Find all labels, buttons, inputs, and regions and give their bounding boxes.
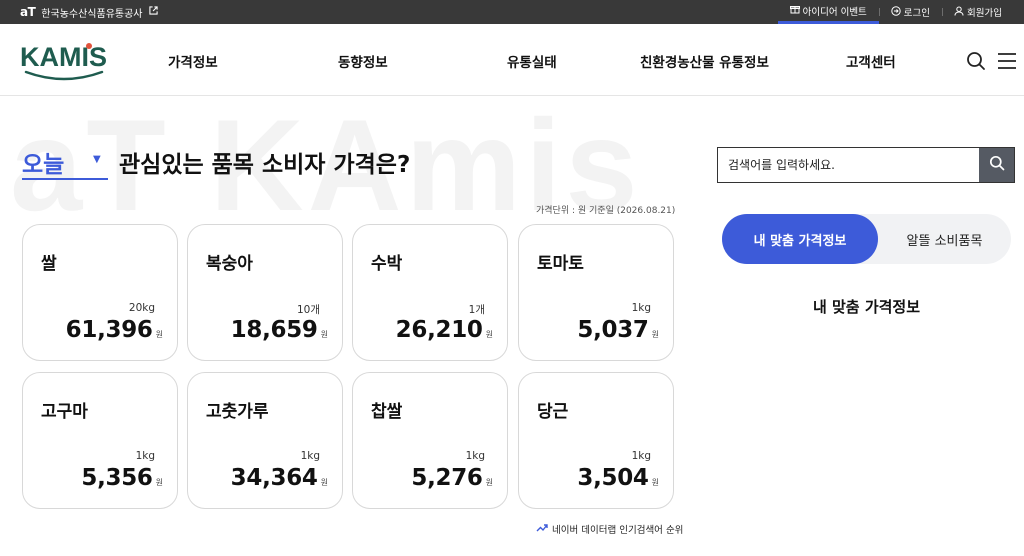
product-name: 쌀 bbox=[41, 254, 57, 274]
product-price: 26,210 bbox=[395, 317, 483, 343]
signup-link[interactable]: 회원가입 bbox=[942, 0, 1014, 24]
search-box bbox=[717, 147, 1015, 183]
product-qty: 1kg bbox=[465, 450, 485, 462]
product-qty: 1kg bbox=[135, 450, 155, 462]
trend-up-icon bbox=[536, 523, 548, 535]
product-card[interactable]: 찹쌀 1kg 5,276 원 bbox=[352, 372, 508, 509]
nav-trend-info[interactable]: 동향정보 bbox=[338, 51, 388, 71]
price-unit: 원 bbox=[320, 330, 328, 339]
price-unit: 원 bbox=[485, 478, 493, 487]
product-card[interactable]: 토마토 1kg 5,037 원 bbox=[518, 224, 674, 361]
product-qty: 1개 bbox=[468, 304, 485, 316]
search-button[interactable] bbox=[979, 148, 1014, 182]
idea-event-label: 아이디어 이벤트 bbox=[802, 6, 867, 18]
idea-event-link[interactable]: 아이디어 이벤트 bbox=[777, 0, 879, 24]
product-name: 수박 bbox=[371, 254, 403, 274]
product-price: 61,396 bbox=[65, 317, 153, 343]
login-icon bbox=[891, 5, 901, 19]
product-card[interactable]: 고구마 1kg 5,356 원 bbox=[22, 372, 178, 509]
naver-datalab-link[interactable]: 네이버 데이터랩 인기검색어 순위 bbox=[536, 522, 683, 536]
product-qty: 1kg bbox=[631, 450, 651, 462]
kamis-logo[interactable]: KAMIS bbox=[20, 40, 112, 82]
product-name: 당근 bbox=[537, 402, 569, 422]
page-headline: 관심있는 품목 소비자 가격은? bbox=[119, 152, 411, 178]
product-price: 18,659 bbox=[230, 317, 318, 343]
product-price: 3,504 bbox=[577, 465, 649, 491]
product-price: 5,276 bbox=[411, 465, 483, 491]
product-name: 복숭아 bbox=[206, 254, 253, 274]
price-unit: 원 bbox=[485, 330, 493, 339]
product-name: 고춧가루 bbox=[206, 402, 269, 422]
search-input[interactable] bbox=[718, 148, 980, 182]
price-unit: 원 bbox=[155, 478, 163, 487]
tab-thrifty-items[interactable]: 알뜰 소비품목 bbox=[878, 214, 1011, 264]
product-card[interactable]: 고춧가루 1kg 34,364 원 bbox=[187, 372, 343, 509]
product-name: 찹쌀 bbox=[371, 402, 403, 422]
product-card[interactable]: 복숭아 10개 18,659 원 bbox=[187, 224, 343, 361]
at-logo: aT bbox=[20, 5, 36, 19]
caret-down-icon: ▼ bbox=[93, 154, 101, 165]
nav-customer-center[interactable]: 고객센터 bbox=[846, 51, 896, 71]
price-unit: 원 bbox=[651, 330, 659, 339]
nav-price-info[interactable]: 가격정보 bbox=[168, 51, 218, 71]
search-icon[interactable] bbox=[966, 51, 986, 75]
product-price: 5,037 bbox=[577, 317, 649, 343]
search-icon bbox=[989, 155, 1005, 175]
nav-distribution-status[interactable]: 유통실태 bbox=[507, 51, 557, 71]
top-utility-bar: aT 한국농수산식품유통공사 아이디어 이벤트 로그인 회원가입 bbox=[0, 0, 1024, 24]
gift-icon bbox=[789, 4, 800, 17]
product-qty: 1kg bbox=[300, 450, 320, 462]
day-select-value: 오늘 bbox=[22, 152, 65, 178]
product-qty: 20kg bbox=[128, 302, 155, 314]
section-title: 내 맞춤 가격정보 bbox=[812, 298, 921, 316]
logo-swoosh bbox=[24, 70, 104, 81]
price-unit: 원 bbox=[320, 478, 328, 487]
login-link[interactable]: 로그인 bbox=[878, 0, 942, 24]
day-select-dropdown[interactable]: 오늘 ▼ bbox=[22, 144, 108, 180]
product-card[interactable]: 수박 1개 26,210 원 bbox=[352, 224, 508, 361]
price-unit: 원 bbox=[155, 330, 163, 339]
tab-my-custom-price[interactable]: 내 맞춤 가격정보 bbox=[722, 214, 878, 264]
product-qty: 1kg bbox=[631, 302, 651, 314]
org-name: 한국농수산식품유통공사 bbox=[41, 8, 143, 20]
nav-eco-distribution[interactable]: 친환경농산물 유통정보 bbox=[640, 51, 769, 71]
naver-datalab-label: 네이버 데이터랩 인기검색어 순위 bbox=[552, 525, 684, 536]
product-card[interactable]: 당근 1kg 3,504 원 bbox=[518, 372, 674, 509]
product-name: 토마토 bbox=[537, 254, 584, 274]
signup-label: 회원가입 bbox=[967, 8, 1002, 19]
product-card[interactable]: 쌀 20kg 61,396 원 bbox=[22, 224, 178, 361]
price-tabs: 내 맞춤 가격정보 알뜰 소비품목 bbox=[722, 214, 1011, 264]
external-link-icon bbox=[148, 6, 158, 18]
price-unit-info: 가격단위 : 원 기준일 (2026.08.21) bbox=[536, 206, 676, 216]
logo-text: KAMIS bbox=[20, 42, 107, 72]
main-header: KAMIS 가격정보 동향정보 유통실태 친환경농산물 유통정보 고객센터 bbox=[0, 24, 1024, 96]
logo-dot bbox=[86, 43, 92, 49]
product-price: 34,364 bbox=[230, 465, 318, 491]
login-label: 로그인 bbox=[903, 8, 931, 19]
price-unit: 원 bbox=[651, 478, 659, 487]
org-link[interactable]: aT 한국농수산식품유통공사 bbox=[20, 0, 158, 24]
product-price: 5,356 bbox=[81, 465, 153, 491]
product-name: 고구마 bbox=[41, 402, 88, 422]
user-icon bbox=[954, 6, 964, 19]
product-qty: 10개 bbox=[296, 304, 320, 316]
hamburger-menu-icon[interactable] bbox=[997, 52, 1017, 74]
